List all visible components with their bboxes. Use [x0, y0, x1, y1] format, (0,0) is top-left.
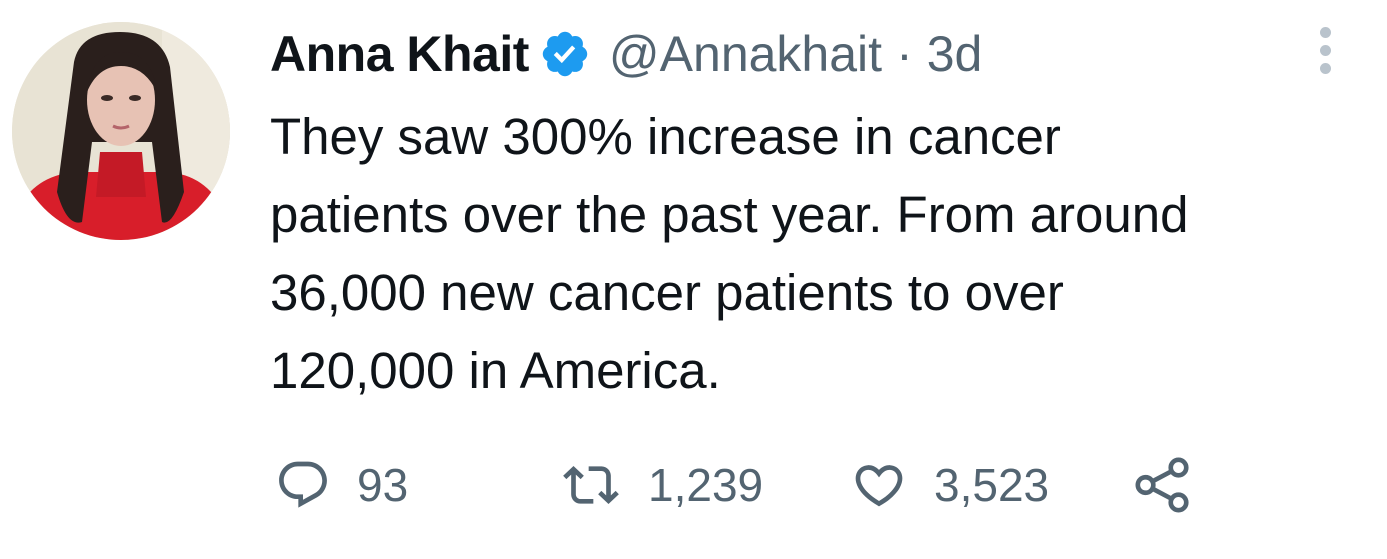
tweet-text-line: 120,000 in America.	[270, 342, 721, 399]
share-button[interactable]	[1132, 454, 1194, 516]
tweet-text-line: patients over the past year. From around	[270, 186, 1189, 243]
reply-icon	[275, 457, 331, 513]
like-count: 3,523	[934, 459, 1050, 511]
tweet-header: Anna Khait @Annakhait · 3d	[270, 22, 982, 86]
tweet-text-line: They saw 300% increase in cancer	[270, 108, 1061, 165]
tweet-text: They saw 300% increase in cancer patient…	[270, 98, 1370, 410]
reply-button[interactable]: 93	[275, 457, 560, 513]
separator-dot: ·	[896, 26, 913, 82]
verified-badge-icon	[539, 28, 591, 80]
retweet-icon	[560, 457, 622, 513]
retweet-button[interactable]: 1,239	[560, 457, 850, 513]
more-dot	[1319, 44, 1331, 56]
avatar-image	[12, 22, 230, 240]
author-avatar[interactable]	[12, 22, 230, 240]
like-button[interactable]: 3,523	[850, 457, 1132, 513]
more-options-icon[interactable]	[1300, 20, 1350, 80]
retweet-count: 1,239	[648, 459, 764, 511]
tweet-actions: 93 1,239 3,523	[275, 450, 1194, 520]
tweet-timestamp[interactable]: 3d	[927, 25, 983, 83]
heart-icon	[850, 457, 908, 513]
reply-count: 93	[357, 459, 409, 511]
author-handle[interactable]: @Annakhait	[609, 25, 882, 83]
tweet-text-line: 36,000 new cancer patients to over	[270, 264, 1064, 321]
share-icon	[1132, 454, 1194, 516]
more-dot	[1319, 26, 1331, 38]
author-name[interactable]: Anna Khait	[270, 25, 529, 83]
more-dot	[1319, 62, 1331, 74]
